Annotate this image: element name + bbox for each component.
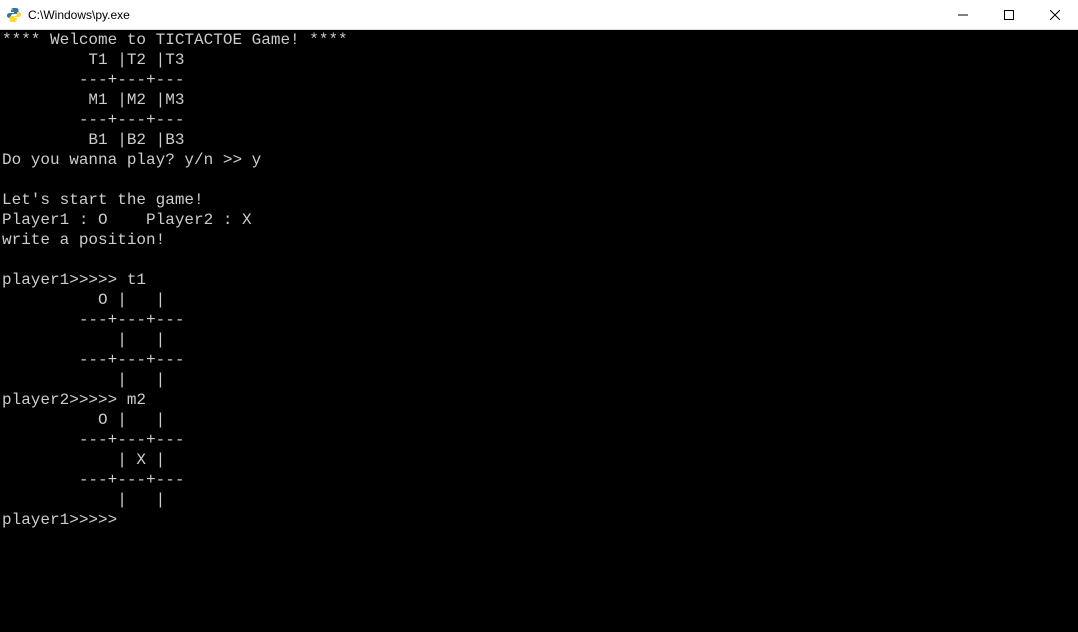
terminal-line: write a position! [2, 230, 1076, 250]
close-button[interactable] [1032, 0, 1078, 29]
terminal-line: | | [2, 330, 1076, 350]
terminal-line: Let's start the game! [2, 190, 1076, 210]
terminal-line: Player1 : O Player2 : X [2, 210, 1076, 230]
terminal-line: ---+---+--- [2, 350, 1076, 370]
minimize-button[interactable] [940, 0, 986, 29]
terminal-line: ---+---+--- [2, 430, 1076, 450]
terminal-output[interactable]: **** Welcome to TICTACTOE Game! **** T1 … [0, 30, 1078, 632]
terminal-line: **** Welcome to TICTACTOE Game! **** [2, 30, 1076, 50]
terminal-line: ---+---+--- [2, 310, 1076, 330]
terminal-line: B1 |B2 |B3 [2, 130, 1076, 150]
terminal-line: player1>>>>> t1 [2, 270, 1076, 290]
window-title: C:\Windows\py.exe [28, 8, 940, 22]
terminal-line: M1 |M2 |M3 [2, 90, 1076, 110]
terminal-line: ---+---+--- [2, 470, 1076, 490]
terminal-line: T1 |T2 |T3 [2, 50, 1076, 70]
terminal-line: | X | [2, 450, 1076, 470]
terminal-line: O | | [2, 290, 1076, 310]
terminal-line [2, 170, 1076, 190]
app-icon [6, 7, 22, 23]
terminal-line: player2>>>>> m2 [2, 390, 1076, 410]
terminal-line: ---+---+--- [2, 70, 1076, 90]
terminal-line: Do you wanna play? y/n >> y [2, 150, 1076, 170]
terminal-line: player1>>>>> [2, 510, 1076, 530]
maximize-button[interactable] [986, 0, 1032, 29]
window-controls [940, 0, 1078, 29]
terminal-line [2, 250, 1076, 270]
window-titlebar: C:\Windows\py.exe [0, 0, 1078, 30]
terminal-line: ---+---+--- [2, 110, 1076, 130]
terminal-line: | | [2, 370, 1076, 390]
terminal-line: | | [2, 490, 1076, 510]
terminal-line: O | | [2, 410, 1076, 430]
